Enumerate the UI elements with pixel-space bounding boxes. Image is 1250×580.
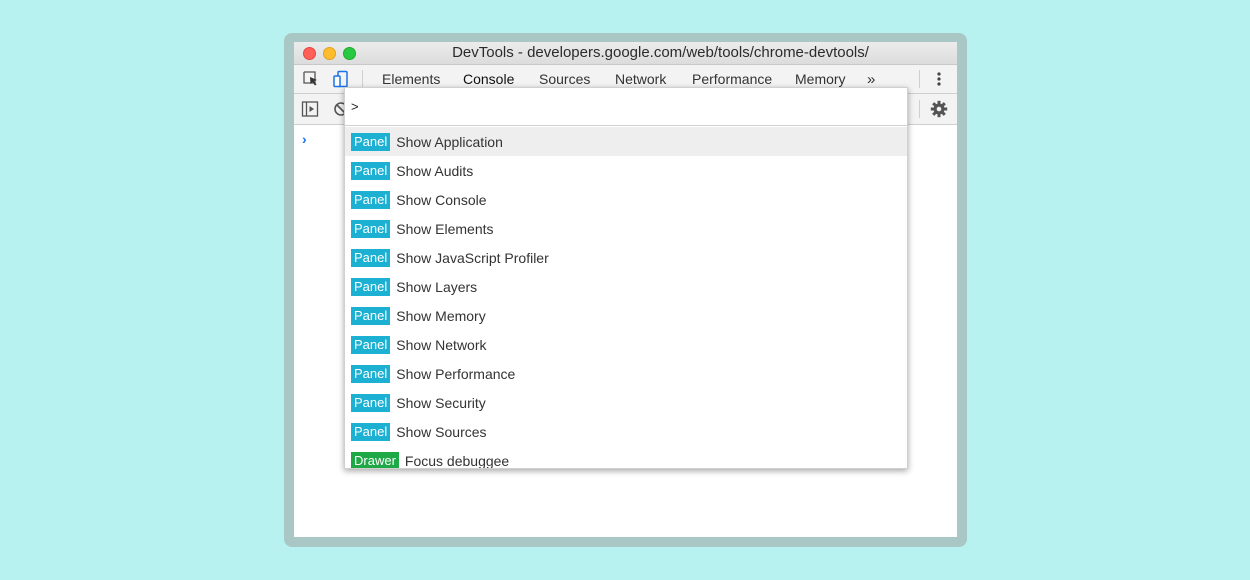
kebab-menu-icon[interactable] (932, 70, 946, 93)
command-label: Show Sources (396, 423, 487, 440)
panel-badge: Panel (351, 335, 391, 354)
tab-performance[interactable]: Performance (692, 71, 772, 87)
gear-icon[interactable] (930, 100, 948, 123)
list-item[interactable]: Drawer Focus debuggee (345, 446, 907, 469)
inspect-element-icon[interactable] (302, 70, 320, 93)
window-title: DevTools - developers.google.com/web/too… (452, 44, 869, 61)
list-item[interactable]: Panel Show Layers (345, 272, 907, 301)
command-label: Show Memory (396, 307, 486, 324)
show-drawer-icon[interactable] (301, 100, 319, 123)
panel-badge: Panel (351, 132, 391, 151)
list-item[interactable]: Panel Show Sources (345, 417, 907, 446)
list-item[interactable]: Panel Show Security (345, 388, 907, 417)
devtools-window: DevTools - developers.google.com/web/too… (294, 42, 957, 537)
console-prompt-icon: › (302, 131, 307, 147)
command-label: Show Elements (396, 220, 494, 237)
command-label: Show Security (396, 394, 486, 411)
panel-badge: Panel (351, 277, 391, 296)
toolbar-divider (919, 100, 920, 118)
list-item[interactable]: Panel Show Performance (345, 359, 907, 388)
list-item[interactable]: Panel Show Application (345, 127, 907, 156)
drawer-badge: Drawer (351, 451, 399, 468)
command-label: Show Console (396, 191, 487, 208)
command-label: Show Application (396, 133, 503, 150)
panel-badge: Panel (351, 364, 391, 383)
command-menu-list: Panel Show Application Panel Show Audits… (345, 127, 907, 469)
panel-badge: Panel (351, 161, 391, 180)
command-menu-input[interactable] (345, 88, 907, 126)
command-label: Show Layers (396, 278, 478, 295)
list-item[interactable]: Panel Show Console (345, 185, 907, 214)
command-label: Show Network (396, 336, 487, 353)
list-item[interactable]: Panel Show Network (345, 330, 907, 359)
window-frame: DevTools - developers.google.com/web/too… (284, 33, 967, 547)
command-label: Show JavaScript Profiler (396, 249, 549, 266)
toolbar-divider (362, 70, 363, 88)
panel-badge: Panel (351, 219, 391, 238)
command-label: Focus debuggee (404, 452, 510, 469)
panel-badge: Panel (351, 393, 391, 412)
tab-sources[interactable]: Sources (539, 71, 590, 87)
command-label: Show Performance (396, 365, 516, 382)
list-item[interactable]: Panel Show Memory (345, 301, 907, 330)
panel-badge: Panel (351, 248, 391, 267)
tab-elements[interactable]: Elements (382, 71, 440, 87)
panel-badge: Panel (351, 422, 391, 441)
command-label: Show Audits (396, 162, 474, 179)
title-bar: DevTools - developers.google.com/web/too… (294, 42, 957, 65)
list-item[interactable]: Panel Show JavaScript Profiler (345, 243, 907, 272)
tab-memory[interactable]: Memory (795, 71, 846, 87)
panel-badge: Panel (351, 306, 391, 325)
list-item[interactable]: Panel Show Elements (345, 214, 907, 243)
command-menu: Panel Show Application Panel Show Audits… (344, 87, 908, 469)
tab-network[interactable]: Network (615, 71, 666, 87)
list-item[interactable]: Panel Show Audits (345, 156, 907, 185)
tab-console[interactable]: Console (463, 71, 514, 87)
panel-badge: Panel (351, 190, 391, 209)
toolbar-divider (919, 70, 920, 88)
more-tabs-button[interactable]: » (867, 71, 875, 88)
